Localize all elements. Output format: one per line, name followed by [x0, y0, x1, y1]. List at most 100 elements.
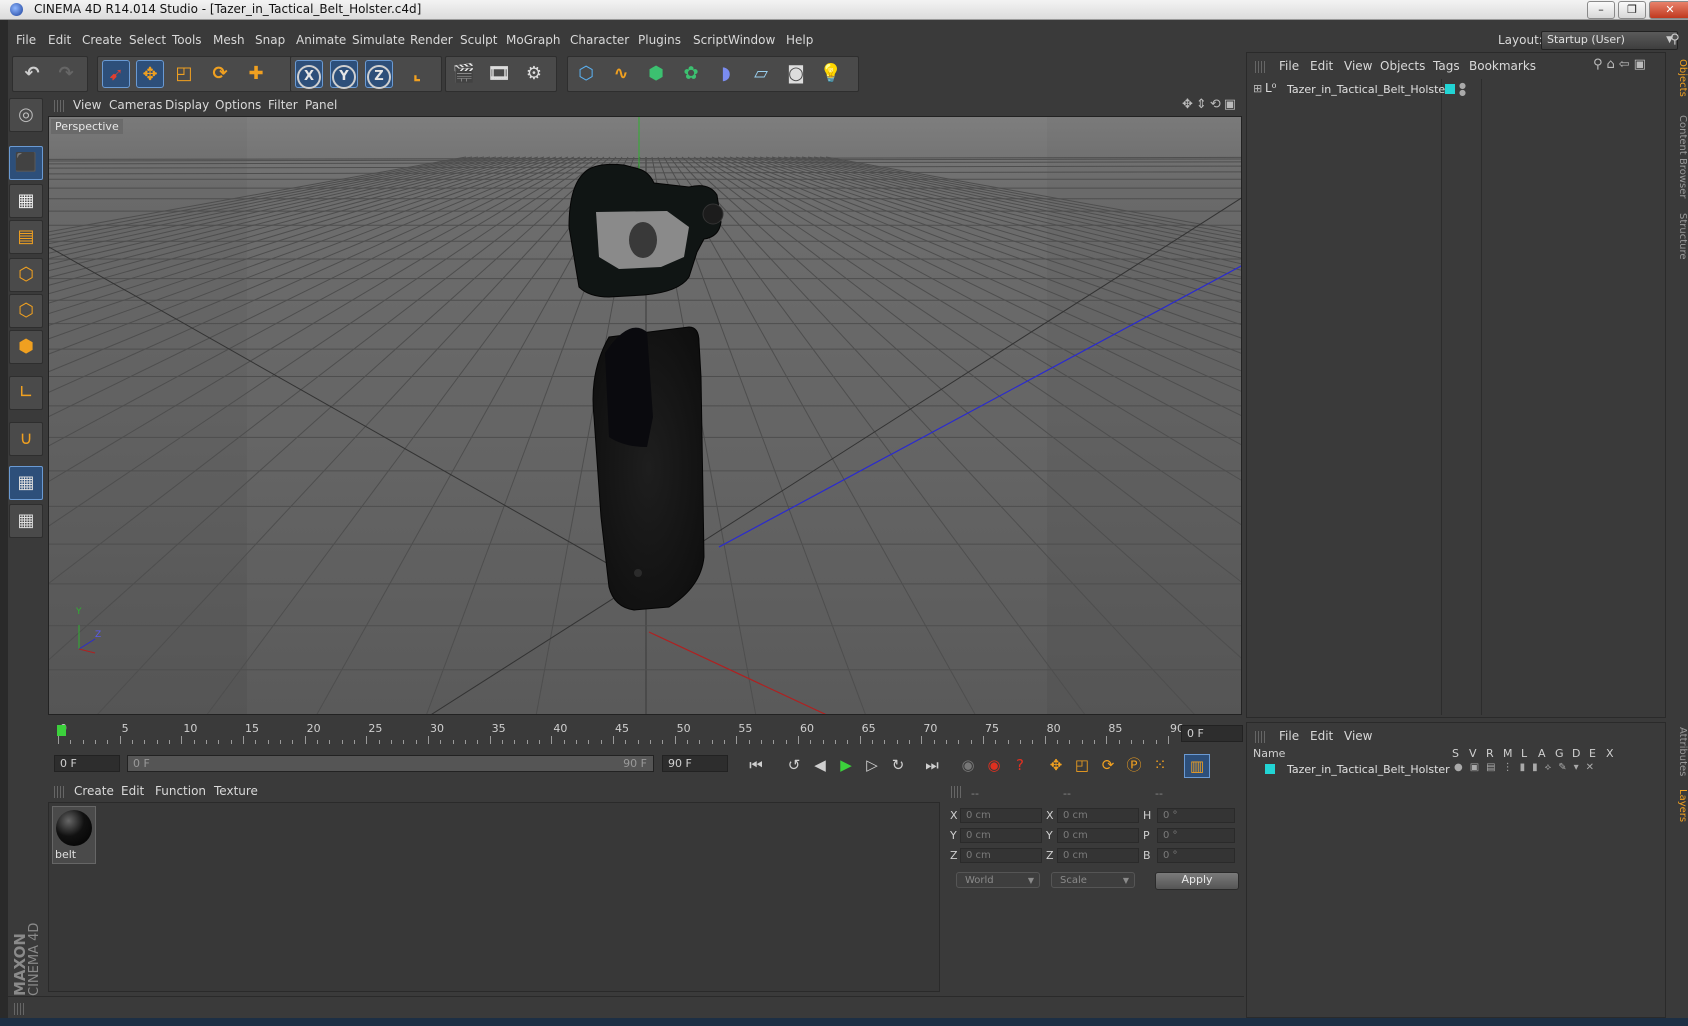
column-deformers[interactable]: D [1572, 747, 1580, 760]
object-row[interactable]: ⊞ L⁰ Tazer_in_Tactical_Belt_Holster ● ● [1251, 81, 1659, 99]
viewport-navigation-icons[interactable]: ✥⇕⟲▣ [1182, 97, 1239, 112]
column-name[interactable]: Name [1253, 747, 1285, 760]
camera-icon[interactable]: ◙ [782, 60, 810, 88]
rotation-h-field[interactable]: 0 ° [1157, 808, 1235, 823]
rotation-p-field[interactable]: 0 ° [1157, 828, 1235, 843]
coordinate-system-icon[interactable]: ⌞ [403, 60, 431, 88]
menu-animate[interactable]: Animate [296, 33, 346, 47]
panel-grip-icon[interactable] [951, 786, 961, 798]
nurbs-icon[interactable]: ⬢ [642, 60, 670, 88]
workplane-lock-icon[interactable]: ▦ [9, 466, 43, 500]
panel-grip-icon[interactable] [1255, 61, 1265, 73]
perspective-viewport[interactable]: Perspective Y Z [48, 116, 1242, 715]
floor-icon[interactable]: ▱ [747, 60, 775, 88]
material-swatch-belt[interactable]: belt [52, 806, 96, 864]
record-keys-icon[interactable]: ◉ [956, 754, 980, 776]
side-tab-content-browser[interactable]: Content Browser [1668, 112, 1688, 202]
key-pla-icon[interactable]: ⁙ [1148, 754, 1172, 776]
render-picture-viewer-icon[interactable]: 🎞 [485, 60, 513, 88]
size-mode-select[interactable]: Scale ▼ [1051, 872, 1135, 888]
texture-mode-icon[interactable]: ▦ [9, 184, 43, 218]
expand-icon[interactable]: ⊞ [1253, 82, 1262, 95]
minimize-button[interactable]: – [1587, 1, 1615, 19]
panel-grip-icon[interactable] [14, 1003, 24, 1015]
menu-file[interactable]: File [16, 33, 36, 47]
viewport-menu-panel[interactable]: Panel [305, 98, 337, 112]
panel-grip-icon[interactable] [54, 100, 64, 112]
side-tab-attributes[interactable]: Attributes [1668, 724, 1688, 780]
quantize-icon[interactable]: ▦ [9, 504, 43, 538]
menu-mesh[interactable]: Mesh [213, 33, 245, 47]
deformer-icon[interactable]: ◗ [712, 60, 740, 88]
menu-tools[interactable]: Tools [172, 33, 202, 47]
material-menu-texture[interactable]: Texture [214, 784, 258, 798]
maximize-button[interactable]: ❐ [1618, 1, 1646, 19]
scale-icon[interactable]: ◰ [170, 60, 198, 88]
object-menu-bookmarks[interactable]: Bookmarks [1469, 59, 1536, 73]
object-menu-tags[interactable]: Tags [1433, 59, 1460, 73]
side-tab-structure[interactable]: Structure [1668, 208, 1688, 264]
layer-row[interactable]: Tazer_in_Tactical_Belt_Holster ●▣▤⋮▮▮⟡✎▾… [1249, 762, 1663, 778]
layer-menu-file[interactable]: File [1279, 729, 1299, 743]
render-settings-icon[interactable]: ⚙ [520, 60, 548, 88]
render-view-icon[interactable]: 🎬 [450, 60, 478, 88]
menu-character[interactable]: Character [570, 33, 629, 47]
column-locked[interactable]: L [1521, 747, 1527, 760]
axis-mode-icon[interactable]: ∟ [9, 376, 43, 410]
column-animation[interactable]: A [1538, 747, 1546, 760]
keyframe-selection-icon[interactable]: ? [1008, 754, 1032, 776]
viewport-menu-cameras[interactable]: Cameras [109, 98, 162, 112]
side-tab-layers[interactable]: Layers [1668, 786, 1688, 826]
timeline-playhead[interactable] [57, 725, 66, 736]
model-mode-icon[interactable]: ⬛ [9, 146, 43, 180]
viewport-menu-view[interactable]: View [73, 98, 101, 112]
close-button[interactable]: ✕ [1649, 1, 1688, 19]
column-view[interactable]: V [1469, 747, 1477, 760]
next-frame-icon[interactable]: ▷ [860, 754, 884, 776]
search-icon[interactable]: ⚲ [1670, 32, 1680, 47]
column-generators[interactable]: G [1555, 747, 1564, 760]
y-axis-lock-icon[interactable]: Y [330, 60, 358, 89]
menu-create[interactable]: Create [82, 33, 122, 47]
apply-button[interactable]: Apply [1155, 872, 1239, 890]
menu-simulate[interactable]: Simulate [352, 33, 405, 47]
object-menu-edit[interactable]: Edit [1310, 59, 1333, 73]
key-position-icon[interactable]: ✥ [1044, 754, 1068, 776]
menu-mograph[interactable]: MoGraph [506, 33, 561, 47]
coordinate-space-select[interactable]: World ▼ [956, 872, 1040, 888]
cube-icon[interactable]: ⬡ [572, 60, 600, 88]
points-mode-icon[interactable]: ⬡ [9, 258, 43, 292]
position-x-field[interactable]: 0 cm [960, 808, 1042, 823]
go-to-end-icon[interactable]: ⏭ [920, 754, 944, 776]
layer-color-tag[interactable] [1445, 84, 1455, 94]
material-menu-edit[interactable]: Edit [121, 784, 144, 798]
next-key-icon[interactable]: ↻ [886, 754, 910, 776]
autokeying-icon[interactable]: ◉ [982, 754, 1006, 776]
object-manager-nav-icons[interactable]: ⚲⌂⇦▣ [1593, 57, 1650, 72]
viewport-menu-display[interactable]: Display [165, 98, 209, 112]
timeline-window-icon[interactable]: ▥ [1184, 754, 1210, 778]
redo-icon[interactable]: ↷ [52, 60, 80, 88]
array-icon[interactable]: ✿ [677, 60, 705, 88]
layer-toggle-icons[interactable]: ●▣▤⋮▮▮⟡✎▾✕ [1454, 762, 1601, 773]
x-axis-lock-icon[interactable]: X [295, 60, 323, 89]
panel-grip-icon[interactable] [1255, 731, 1265, 743]
menu-render[interactable]: Render [410, 33, 453, 47]
visibility-dots-icon[interactable]: ● ● [1459, 82, 1466, 97]
polygons-mode-icon[interactable]: ⬢ [9, 330, 43, 364]
material-menu-function[interactable]: Function [155, 784, 206, 798]
key-parameter-icon[interactable]: Ⓟ [1122, 754, 1146, 776]
position-z-field[interactable]: 0 cm [960, 848, 1042, 863]
column-render[interactable]: R [1486, 747, 1494, 760]
object-menu-view[interactable]: View [1344, 59, 1372, 73]
column-manager[interactable]: M [1503, 747, 1513, 760]
z-axis-lock-icon[interactable]: Z [365, 60, 393, 89]
object-menu-file[interactable]: File [1279, 59, 1299, 73]
make-editable-icon[interactable]: ◎ [9, 98, 43, 132]
object-menu-objects[interactable]: Objects [1380, 59, 1425, 73]
size-y-field[interactable]: 0 cm [1057, 828, 1139, 843]
move-icon[interactable]: ✥ [136, 60, 164, 88]
previous-key-icon[interactable]: ↺ [782, 754, 806, 776]
viewport-menu-filter[interactable]: Filter [268, 98, 298, 112]
key-scale-icon[interactable]: ◰ [1070, 754, 1094, 776]
